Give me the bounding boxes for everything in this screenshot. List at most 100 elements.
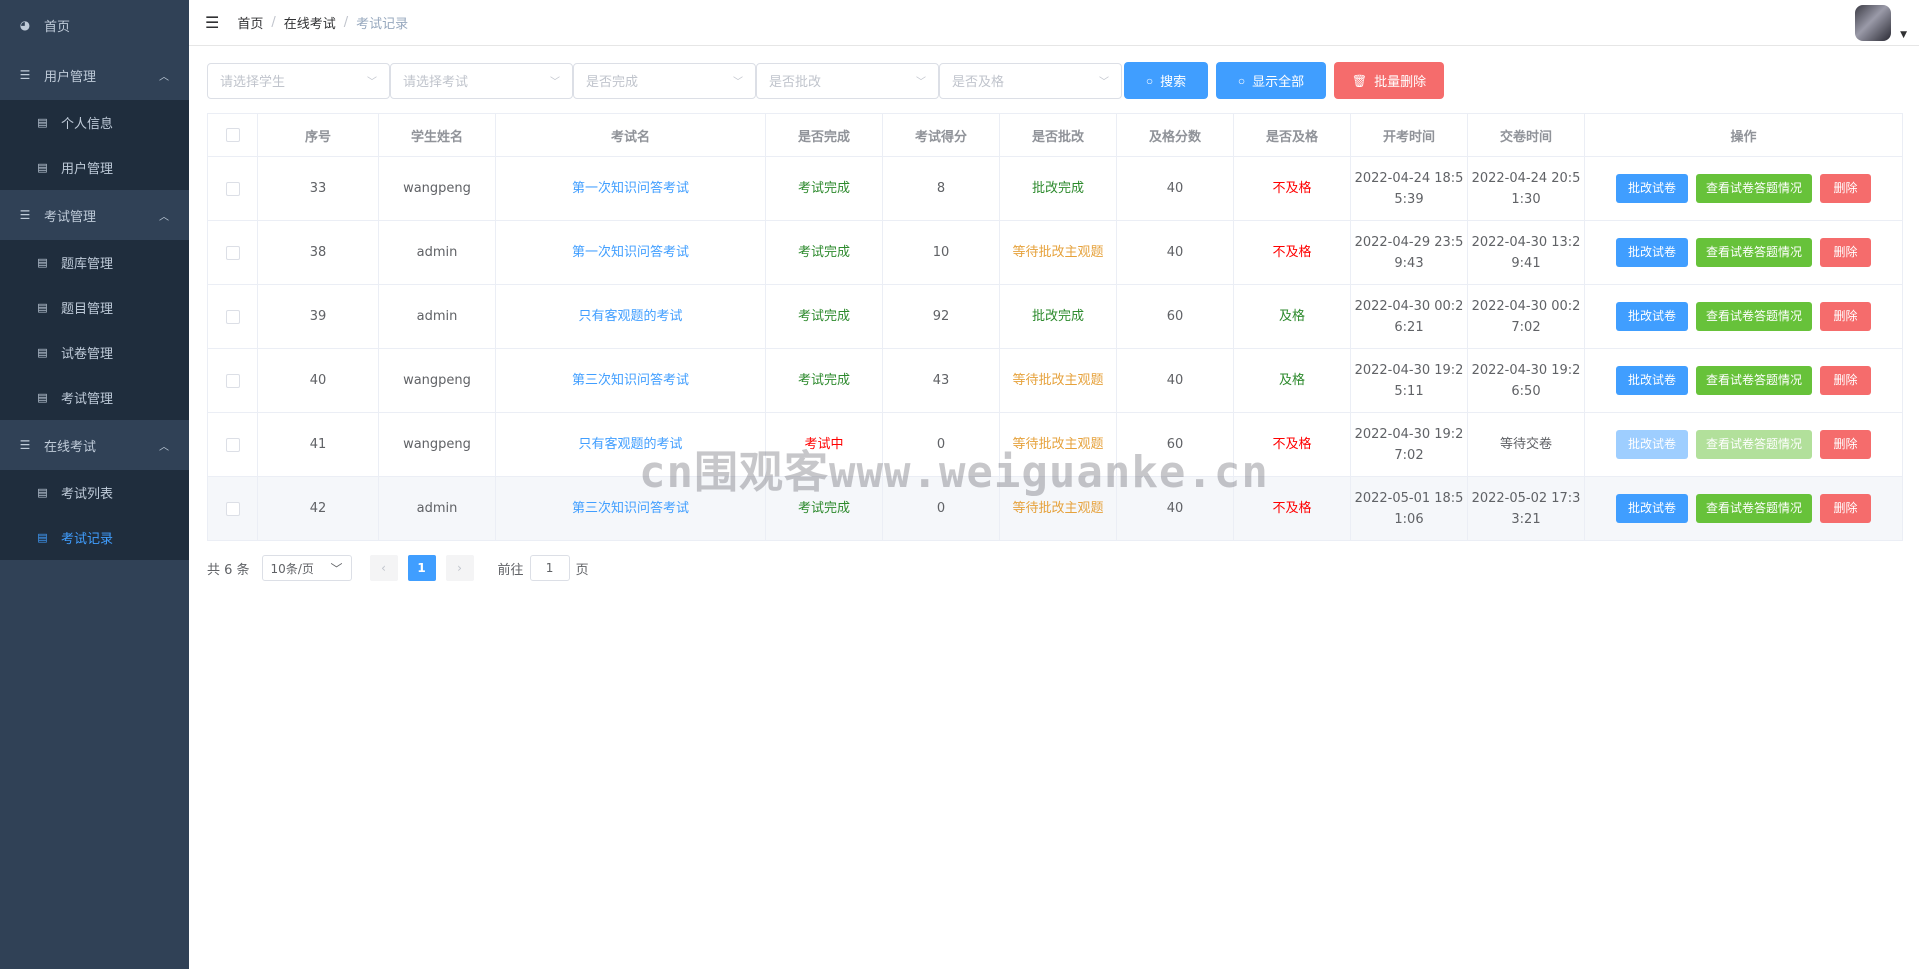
caret-down-icon[interactable]: ▼ xyxy=(1900,30,1907,40)
cell-marked: 等待批改主观题 xyxy=(999,220,1117,285)
row-select-cell[interactable] xyxy=(207,348,258,413)
sidebar-item-label: 考试列表 xyxy=(61,487,114,502)
row-select-cell[interactable] xyxy=(207,220,258,285)
cell-exam-link[interactable]: 第三次知识问答考试 xyxy=(495,476,766,541)
table-row[interactable]: 42 admin 第三次知识问答考试 考试完成 0 等待批改主观题 40 不及格… xyxy=(207,476,1903,541)
mark-paper-button[interactable]: 批改试卷 xyxy=(1616,302,1688,331)
avatar[interactable] xyxy=(1855,5,1891,41)
view-answers-button[interactable]: 查看试卷答题情况 xyxy=(1696,302,1812,331)
sidebar-item-label: 考试记录 xyxy=(61,532,114,547)
cell-finished: 考试完成 xyxy=(765,220,883,285)
cell-submit-time: 等待交卷 xyxy=(1467,412,1585,477)
breadcrumb-home[interactable]: 首页 xyxy=(237,13,263,32)
sidebar-group-label: 用户管理 xyxy=(44,69,97,85)
hamburger-menu-icon[interactable]: ☰ xyxy=(205,13,219,32)
table-row[interactable]: 38 admin 第一次知识问答考试 考试完成 10 等待批改主观题 40 不及… xyxy=(207,220,1903,285)
sidebar-group-user[interactable]: ☰ 用户管理 ︿ xyxy=(0,50,189,100)
prev-page-button[interactable]: ‹ xyxy=(369,555,398,581)
marked-select[interactable]: 是否批改 ﹀ xyxy=(756,62,939,99)
row-select-cell[interactable] xyxy=(207,412,258,477)
page-size-value: 10条/页 xyxy=(270,561,314,576)
exam-select[interactable]: 请选择考试 ﹀ xyxy=(390,62,573,99)
sidebar-item-exam-record[interactable]: ▤ 考试记录 xyxy=(0,515,189,560)
row-checkbox[interactable] xyxy=(225,501,240,516)
sidebar-item-exam-manage[interactable]: ▤ 考试管理 xyxy=(0,375,189,420)
finished-select[interactable]: 是否完成 ﹀ xyxy=(573,62,756,99)
row-checkbox[interactable] xyxy=(225,181,240,196)
sidebar-item-paper-manage[interactable]: ▤ 试卷管理 xyxy=(0,330,189,375)
mark-paper-button[interactable]: 批改试卷 xyxy=(1616,494,1688,523)
cell-exam-link[interactable]: 第一次知识问答考试 xyxy=(495,220,766,285)
delete-button[interactable]: 删除 xyxy=(1820,366,1871,395)
row-checkbox[interactable] xyxy=(225,309,240,324)
cell-id: 41 xyxy=(257,412,379,477)
cell-exam-link[interactable]: 只有客观题的考试 xyxy=(495,412,766,477)
sidebar-item-home[interactable]: ◕ 首页 xyxy=(0,0,189,50)
sidebar-item-exam-list[interactable]: ▤ 考试列表 xyxy=(0,470,189,515)
cell-score: 0 xyxy=(882,476,1000,541)
select-all-cell[interactable] xyxy=(207,113,258,157)
sidebar-item-question-bank[interactable]: ▤ 题库管理 xyxy=(0,240,189,285)
table-row[interactable]: 39 admin 只有客观题的考试 考试完成 92 批改完成 60 及格 202… xyxy=(207,284,1903,349)
delete-button[interactable]: 删除 xyxy=(1820,430,1871,459)
table-row[interactable]: 40 wangpeng 第三次知识问答考试 考试完成 43 等待批改主观题 40… xyxy=(207,348,1903,413)
list-icon: ☰ xyxy=(19,438,31,452)
main-area: ☰ 首页 / 在线考试 / 考试记录 ▼ 请选择学生 ﹀ 请选择考试 ﹀ 是否完… xyxy=(189,0,1919,969)
row-select-cell[interactable] xyxy=(207,476,258,541)
cell-start-time: 2022-04-30 19:2 7:02 xyxy=(1350,412,1468,477)
next-page-button[interactable]: › xyxy=(445,555,474,581)
cell-exam-link[interactable]: 第一次知识问答考试 xyxy=(495,156,766,221)
table-row[interactable]: 33 wangpeng 第一次知识问答考试 考试完成 8 批改完成 40 不及格… xyxy=(207,156,1903,221)
row-checkbox[interactable] xyxy=(225,373,240,388)
view-answers-button[interactable]: 查看试卷答题情况 xyxy=(1696,238,1812,267)
row-select-cell[interactable] xyxy=(207,156,258,221)
table-row[interactable]: 41 wangpeng 只有客观题的考试 考试中 0 等待批改主观题 60 不及… xyxy=(207,412,1903,477)
passed-select[interactable]: 是否及格 ﹀ xyxy=(939,62,1122,99)
row-checkbox[interactable] xyxy=(225,437,240,452)
chevron-down-icon: ﹀ xyxy=(330,561,343,576)
row-checkbox[interactable] xyxy=(225,245,240,260)
view-answers-button[interactable]: 查看试卷答题情况 xyxy=(1696,174,1812,203)
column-header: 操作 xyxy=(1584,113,1903,157)
dashboard-icon: ◕ xyxy=(19,18,31,32)
mark-paper-button[interactable]: 批改试卷 xyxy=(1616,238,1688,267)
goto-page-input[interactable]: 1 xyxy=(529,555,570,581)
cell-submit-time: 2022-04-30 13:2 9:41 xyxy=(1467,220,1585,285)
cell-pass-score: 40 xyxy=(1116,348,1234,413)
view-answers-button[interactable]: 查看试卷答题情况 xyxy=(1696,366,1812,395)
show-all-button[interactable]: ○ 显示全部 xyxy=(1216,62,1326,99)
batch-delete-button[interactable]: 🗑 批量删除 xyxy=(1334,62,1444,99)
sidebar-group-exam-manage[interactable]: ☰ 考试管理 ︿ xyxy=(0,190,189,240)
sidebar-item-label: 个人信息 xyxy=(61,117,114,132)
cell-passed: 不及格 xyxy=(1233,476,1351,541)
sidebar-item-user-manage[interactable]: ▤ 用户管理 xyxy=(0,145,189,190)
cell-exam-link[interactable]: 第三次知识问答考试 xyxy=(495,348,766,413)
sidebar-item-question-manage[interactable]: ▤ 题目管理 xyxy=(0,285,189,330)
document-icon: ▤ xyxy=(37,256,48,269)
sidebar-item-label: 用户管理 xyxy=(61,162,114,177)
document-icon: ▤ xyxy=(37,346,48,359)
cell-submit-time: 2022-05-02 17:3 3:21 xyxy=(1467,476,1585,541)
breadcrumb-online-exam[interactable]: 在线考试 xyxy=(284,13,336,32)
view-answers-button[interactable]: 查看试卷答题情况 xyxy=(1696,494,1812,523)
cell-passed: 不及格 xyxy=(1233,412,1351,477)
delete-button[interactable]: 删除 xyxy=(1820,302,1871,331)
start-time-line: 9:43 xyxy=(1394,255,1424,271)
delete-button[interactable]: 删除 xyxy=(1820,174,1871,203)
mark-paper-button[interactable]: 批改试卷 xyxy=(1616,174,1688,203)
cell-exam-link[interactable]: 只有客观题的考试 xyxy=(495,284,766,349)
student-select[interactable]: 请选择学生 ﹀ xyxy=(207,62,390,99)
search-button[interactable]: ○ 搜索 xyxy=(1124,62,1208,99)
page-size-select[interactable]: 10条/页 ﹀ xyxy=(261,555,352,581)
row-select-cell[interactable] xyxy=(207,284,258,349)
sidebar-item-profile[interactable]: ▤ 个人信息 xyxy=(0,100,189,145)
sidebar-home-label: 首页 xyxy=(44,19,71,35)
select-all-checkbox[interactable] xyxy=(225,128,240,142)
start-time-line: 5:39 xyxy=(1394,191,1424,207)
delete-button[interactable]: 删除 xyxy=(1820,238,1871,267)
mark-paper-button[interactable]: 批改试卷 xyxy=(1616,366,1688,395)
delete-button[interactable]: 删除 xyxy=(1820,494,1871,523)
breadcrumb: 首页 / 在线考试 / 考试记录 xyxy=(237,13,408,32)
page-number-button[interactable]: 1 xyxy=(407,555,436,581)
sidebar-group-online-exam[interactable]: ☰ 在线考试 ︿ xyxy=(0,420,189,470)
